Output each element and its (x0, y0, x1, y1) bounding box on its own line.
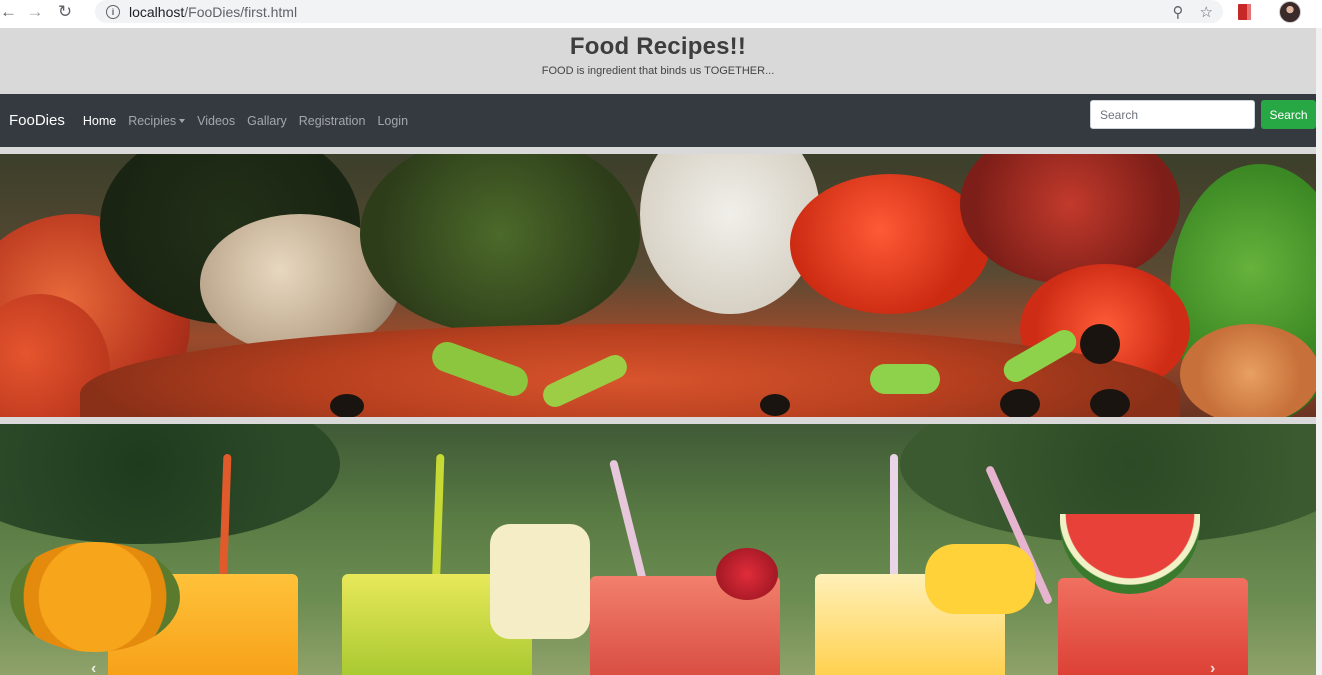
nav-links: Home Recipies Videos Gallary Registratio… (83, 114, 420, 128)
carousel-image-pizza (0, 154, 1316, 417)
url-text[interactable]: localhost/FooDies/first.html (129, 4, 297, 20)
nav-link-recipies-label: Recipies (128, 113, 177, 128)
extension-icon[interactable] (1238, 4, 1251, 20)
page-subtitle: FOOD is ingredient that binds us TOGETHE… (541, 65, 775, 77)
nav-link-home[interactable]: Home (83, 114, 116, 128)
back-arrow-icon[interactable]: ← (0, 0, 20, 24)
carousel-prev-icon[interactable]: ‹ (91, 660, 96, 675)
forward-arrow-icon[interactable]: → (20, 0, 50, 24)
bookmark-star-icon[interactable]: ☆ (1200, 3, 1213, 21)
zoom-icon[interactable]: ⚲ (1173, 3, 1184, 21)
navbar-brand[interactable]: FooDies (9, 112, 65, 129)
page-scrollbar[interactable] (1316, 28, 1322, 675)
navbar: FooDies Home Recipies Videos Gallary Reg… (0, 94, 1316, 147)
info-icon[interactable]: i (106, 4, 120, 19)
search-form: Search (1090, 100, 1316, 129)
url-path: /FooDies/first.html (184, 3, 298, 20)
search-button[interactable]: Search (1261, 100, 1316, 129)
nav-link-videos[interactable]: Videos (197, 114, 235, 128)
separator (0, 147, 1316, 154)
nav-link-recipies[interactable]: Recipies (128, 113, 186, 128)
caret-down-icon (179, 118, 186, 123)
nav-link-gallary[interactable]: Gallary (247, 114, 287, 128)
chrome-menu-icon[interactable]: ⋮ (1316, 3, 1322, 20)
url-host: localhost (129, 3, 185, 20)
page-title: Food Recipes!! (569, 33, 747, 60)
page-header: Food Recipes!! FOOD is ingredient that b… (0, 28, 1316, 94)
separator (0, 417, 1316, 424)
carousel-next-icon[interactable]: › (1210, 660, 1215, 675)
profile-avatar[interactable] (1279, 1, 1301, 23)
carousel-image-drinks: ‹ › (0, 424, 1316, 675)
nav-link-registration[interactable]: Registration (299, 114, 366, 128)
search-input[interactable] (1090, 100, 1255, 129)
address-bar[interactable]: i localhost/FooDies/first.html ⚲ ☆ (95, 0, 1223, 23)
reload-icon[interactable]: ↻ (50, 0, 80, 24)
nav-link-login[interactable]: Login (377, 114, 408, 128)
